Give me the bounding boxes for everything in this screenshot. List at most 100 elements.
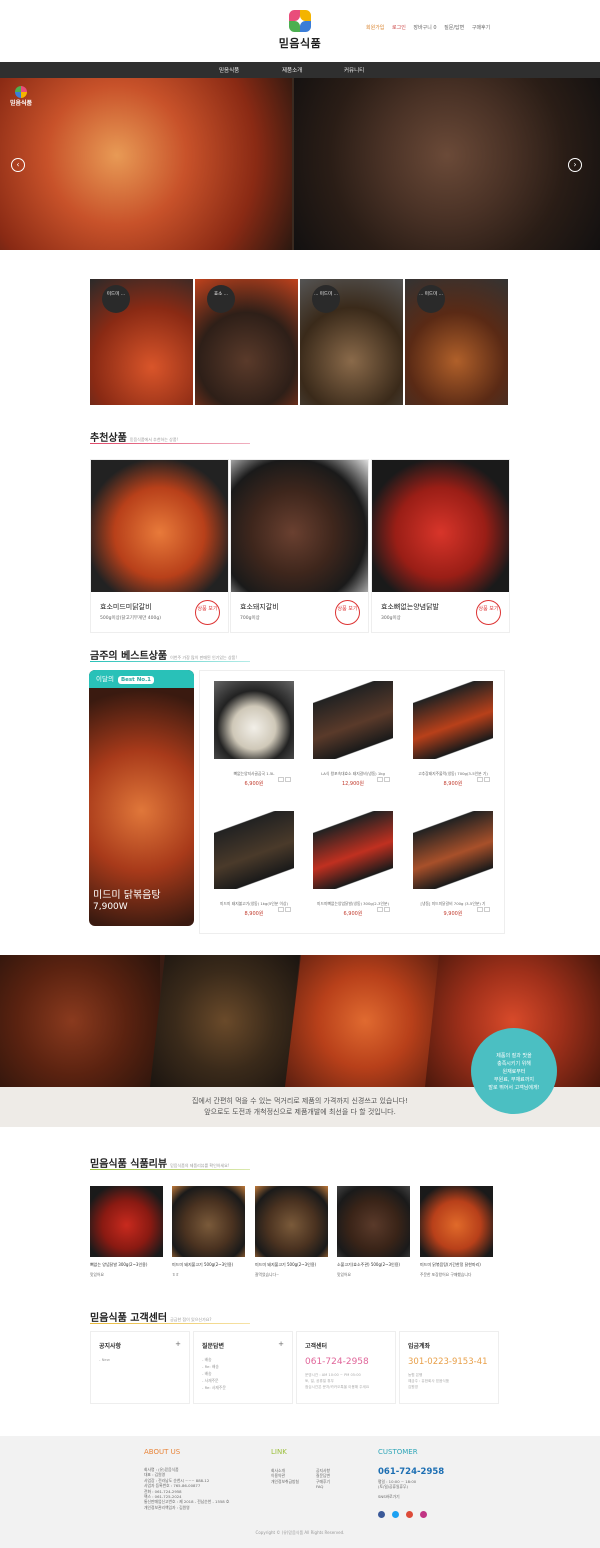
rec-card-3[interactable]: 효소뼈없는양념닭발 300g이상 상품 보기 <box>371 459 510 633</box>
slider-prev-button[interactable]: ‹ <box>11 158 25 172</box>
footer-link-privacy[interactable]: 개인정보취급방침 <box>271 1479 299 1484</box>
cart-icon[interactable] <box>384 777 390 782</box>
best-item-4[interactable]: 미드미 돼지불고기(냉동) 1kg(5인분 이상) 8,900원 <box>204 811 304 917</box>
instagram-icon[interactable] <box>420 1511 428 1518</box>
logo-text: 믿음식품 <box>278 37 322 50</box>
notice-box: 공지사항 + - New <box>90 1331 190 1404</box>
monthly-best-card[interactable]: 이달의 Best No.1 미드미 닭볶음탕 7,900W <box>89 670 194 926</box>
rec-view-button-3[interactable]: 상품 보기 <box>476 600 501 625</box>
cart-icon[interactable] <box>285 777 291 782</box>
nav-item-products[interactable]: 제품소개 <box>282 66 302 74</box>
wishlist-icon[interactable] <box>477 777 483 782</box>
promo-badge-4: ... 미드미 ... <box>417 285 445 313</box>
footer-links-col1: 회사소개 이용약관 개인정보취급방침 <box>271 1468 299 1484</box>
review-name-5: 미드미 닭볶음탕(기간한정 닭한마리) <box>420 1262 481 1267</box>
review-card-3[interactable]: 미드미 돼지불고기 500g(2~3인용) 잘먹었습니다~ <box>255 1186 328 1278</box>
hero-logo: 믿음식품 <box>6 86 36 110</box>
nav-item-community[interactable]: 커뮤니티 <box>344 66 364 74</box>
rec-card-2[interactable]: 효소돼지갈비 700g이상 상품 보기 <box>230 459 369 633</box>
qna-item[interactable]: - Re: 사재주문 <box>202 1384 226 1391</box>
promo-tile-4[interactable]: ... 미드미 ... <box>405 279 508 405</box>
facebook-icon[interactable] <box>378 1511 385 1518</box>
link-join[interactable]: 회원가입 <box>366 25 384 31</box>
promo-tiles: 미드미 ... 효소 ... ... 미드미 ... ... 미드미 ... <box>90 279 510 405</box>
link-login[interactable]: 로그인 <box>392 25 406 31</box>
account-title: 입금계좌 <box>408 1343 431 1350</box>
wishlist-icon[interactable] <box>377 777 383 782</box>
twitter-icon[interactable] <box>392 1511 400 1518</box>
monthly-best-name: 미드미 닭볶음탕 <box>93 890 161 901</box>
promo-tile-2[interactable]: 효소 ... <box>195 279 298 405</box>
promo-badge-2: 효소 ... <box>207 285 235 313</box>
link-qna[interactable]: 질문/답변 <box>444 25 464 31</box>
footer-hours-line: (토/일/공휴일휴무) <box>378 1484 408 1490</box>
cart-icon[interactable] <box>484 777 490 782</box>
best-item-5[interactable]: 미드미뼈없는양념닭발(냉동) 300g(2-3인분) 6,900원 <box>303 811 403 917</box>
banner-circle-line-2: 충족시키기 위해 <box>497 1061 531 1067</box>
footer-sns-label: SNS바로가기 <box>378 1494 400 1499</box>
best-item-6[interactable]: [냉동] 미드미닭갈비 700g (3-5인분) 기 9,900원 <box>403 811 503 917</box>
qna-item[interactable]: - Re: 배송 <box>202 1363 226 1370</box>
wishlist-icon[interactable] <box>477 907 483 912</box>
review-sub-5: 주문한 포장왔어요 구매했습니다 <box>420 1272 472 1277</box>
banner-circle-line-4: 부원료, 부재료까지 <box>494 1077 534 1083</box>
recommended-title: 추천상품 믿음식품에서 추천하는 상품! <box>90 429 178 444</box>
review-card-2[interactable]: 미드미 돼지불고기 500g(2~3인용) ㅎㅎ <box>172 1186 245 1278</box>
footer-link-faq[interactable]: FAQ <box>316 1484 330 1489</box>
review-card-4[interactable]: 소불고기(효소주관) 500g(2~3인용) 맛있어요 <box>337 1186 410 1278</box>
wishlist-icon[interactable] <box>278 777 284 782</box>
best-item-actions-3 <box>475 767 491 782</box>
reviews-title: 믿음식품 식품리뷰 믿음식품의 제품리뷰를 확인하세요! <box>90 1155 229 1170</box>
banner-circle-line-3: 원재료부터 <box>502 1069 526 1075</box>
qna-item[interactable]: - 배송 <box>202 1356 226 1363</box>
review-image-1 <box>90 1186 163 1257</box>
best-item-image-6 <box>413 811 493 889</box>
qna-item[interactable]: - 배송 <box>202 1370 226 1377</box>
wishlist-icon[interactable] <box>278 907 284 912</box>
customer-title: 믿음식품 고객센터 궁금한 점이 있으신가요? <box>90 1309 212 1324</box>
footer-sns-icons <box>378 1503 429 1522</box>
rec-view-button-1[interactable]: 상품 보기 <box>195 600 220 625</box>
best-item-1[interactable]: 뼈없는양지사골곰국 1.5L 6,900원 <box>204 681 304 787</box>
call-center-lunch: 점심시간은 문자/카카오톡을 이용해 주세요 <box>305 1385 370 1389</box>
rec-card-1[interactable]: 효소미드미닭갈비 500g이상(닭고기무게만 400g) 상품 보기 <box>90 459 229 633</box>
link-cart[interactable]: 장바구니 0 <box>413 25 436 31</box>
cart-icon[interactable] <box>285 907 291 912</box>
link-reviews[interactable]: 구매후기 <box>472 25 490 31</box>
qna-item[interactable]: - 사재주문 <box>202 1377 226 1384</box>
nav-item-company[interactable]: 믿음식품 <box>219 66 239 74</box>
best-item-2[interactable]: LA식 왕포속대효소 돼지갈비(냉동) 1kg 12,900원 <box>303 681 403 787</box>
notice-item[interactable]: - New <box>99 1356 110 1363</box>
banner-image-ribs <box>0 955 160 1087</box>
site-logo[interactable]: 믿음식품 <box>272 10 328 54</box>
notice-more-button[interactable]: + <box>175 1340 181 1348</box>
best-underline <box>90 661 250 662</box>
review-card-5[interactable]: 미드미 닭볶음탕(기간한정 닭한마리) 주문한 포장왔어요 구매했습니다 <box>420 1186 493 1278</box>
rec-view-button-2[interactable]: 상품 보기 <box>335 600 360 625</box>
review-sub-2: ㅎㅎ <box>172 1272 179 1277</box>
review-card-1[interactable]: 뼈없는 양념닭발 300g(2~3인용) 맛있어요 <box>90 1186 163 1278</box>
rec-image-3 <box>372 460 509 592</box>
review-name-1: 뼈없는 양념닭발 300g(2~3인용) <box>90 1262 148 1267</box>
review-image-4 <box>337 1186 410 1257</box>
reviews-underline <box>90 1169 250 1170</box>
slider-next-button[interactable]: › <box>568 158 582 172</box>
rec-image-1 <box>91 460 228 592</box>
main-nav: 믿음식품 제품소개 커뮤니티 <box>0 62 600 78</box>
best-item-actions-4 <box>276 897 292 912</box>
best-item-image-3 <box>413 681 493 759</box>
monthly-best-price: 7,900W <box>93 902 128 912</box>
best-item-3[interactable]: 고추장돼지주물럭(냉동) 700g(3-5인분 기) 8,900원 <box>403 681 503 787</box>
google-plus-icon[interactable] <box>406 1511 414 1518</box>
notice-list: - New <box>99 1356 110 1363</box>
review-name-4: 소불고기(효소주관) 500g(2~3인용) <box>337 1262 400 1267</box>
promo-tile-3[interactable]: ... 미드미 ... <box>300 279 403 405</box>
cart-icon[interactable] <box>484 907 490 912</box>
cart-icon[interactable] <box>384 907 390 912</box>
promo-tile-1[interactable]: 미드미 ... <box>90 279 193 405</box>
best-item-image-5 <box>313 811 393 889</box>
qna-more-button[interactable]: + <box>278 1340 284 1348</box>
footer-about-line: 개인정보관리책임자 : 김원영 <box>144 1504 190 1510</box>
wishlist-icon[interactable] <box>377 907 383 912</box>
banner-circle-line-5: 발로 뛰어서 고객님에게! <box>488 1085 540 1091</box>
